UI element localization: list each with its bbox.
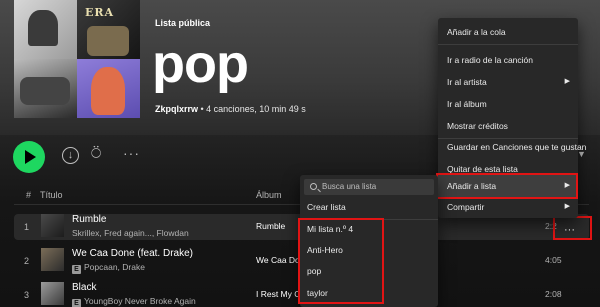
- track-number: 1: [24, 222, 30, 232]
- playlist-search-input[interactable]: Busca una lista: [304, 179, 434, 195]
- track-thumbnail: [41, 214, 64, 237]
- play-button[interactable]: [13, 141, 45, 173]
- menu-item-label: Añadir a la cola: [447, 27, 506, 37]
- highlight-box-add-to-playlist: [436, 173, 578, 199]
- download-icon[interactable]: ↓: [62, 147, 79, 164]
- cover-tile-1: [14, 0, 77, 59]
- playlist-title: pop: [152, 34, 249, 94]
- explicit-badge: E: [72, 299, 81, 307]
- menu-item-save-liked[interactable]: Guardar en Canciones que te gustan: [438, 136, 586, 158]
- track-album[interactable]: I Rest My C: [256, 289, 300, 299]
- menu-item-label: Compartir: [447, 202, 485, 212]
- playlist-type-label: Lista pública: [155, 18, 211, 28]
- playlist-stats: • 4 canciones, 10 min 49 s: [198, 104, 306, 114]
- menu-item-go-to-artist[interactable]: Ir al artista ▶: [438, 71, 578, 93]
- menu-item-song-radio[interactable]: Ir a radio de la canción: [438, 49, 578, 71]
- track-artist-line: E Popcaan, Drake: [72, 262, 145, 274]
- playlist-owner[interactable]: Zkpqlxrrw: [155, 104, 198, 114]
- highlight-box-row-more: [553, 216, 592, 240]
- track-duration: 2:08: [545, 289, 562, 299]
- track-title[interactable]: Rumble: [72, 214, 106, 225]
- add-user-icon[interactable]: ⍥: [91, 144, 101, 164]
- cover-tile-2: ERA: [77, 0, 140, 59]
- chevron-right-icon: ▶: [564, 203, 570, 210]
- menu-item-label: Mostrar créditos: [447, 121, 508, 131]
- menu-item-label: Ir al artista: [447, 77, 487, 87]
- chevron-right-icon: ▶: [564, 78, 570, 85]
- menu-item-label: Ir a radio de la canción: [447, 55, 533, 65]
- menu-item-show-credits[interactable]: Mostrar créditos: [438, 115, 578, 137]
- track-thumbnail: [41, 282, 64, 305]
- menu-item-go-to-album[interactable]: Ir al álbum: [438, 93, 578, 115]
- menu-divider: [438, 44, 578, 45]
- track-artist[interactable]: Popcaan, Drake: [84, 262, 145, 272]
- track-number: 2: [24, 256, 30, 266]
- playlist-meta: Zkpqlxrrw • 4 canciones, 10 min 49 s: [155, 104, 306, 114]
- highlight-box-playlists: [298, 218, 384, 304]
- column-header-number: #: [26, 190, 32, 200]
- more-options-icon[interactable]: ···: [123, 145, 140, 161]
- track-title[interactable]: Black: [72, 282, 96, 293]
- cover-tile-4: [77, 59, 140, 118]
- track-duration: 4:05: [545, 255, 562, 265]
- track-artist[interactable]: Skrillex, Fred again..., Flowdan: [72, 228, 189, 238]
- track-album[interactable]: We Caa Do: [256, 255, 300, 265]
- track-number: 3: [24, 290, 30, 300]
- track-thumbnail: [41, 248, 64, 271]
- menu-item-label: Ir al álbum: [447, 99, 487, 109]
- track-artist[interactable]: YoungBoy Never Broke Again: [84, 296, 196, 306]
- column-header-album[interactable]: Álbum: [256, 190, 282, 200]
- cover-tile-text: ERA: [85, 6, 115, 19]
- create-playlist-item[interactable]: Crear lista: [300, 197, 438, 217]
- menu-item-label: Guardar en Canciones que te gustan: [447, 142, 587, 152]
- track-album[interactable]: Rumble: [256, 221, 285, 231]
- menu-item-share[interactable]: Compartir ▶: [438, 196, 578, 218]
- menu-item-add-to-queue[interactable]: Añadir a la cola: [438, 21, 578, 43]
- search-placeholder: Busca una lista: [322, 182, 377, 191]
- cover-tile-3: [14, 59, 77, 118]
- column-header-title[interactable]: Título: [40, 190, 63, 200]
- search-icon: [310, 183, 317, 190]
- create-playlist-label: Crear lista: [307, 202, 346, 212]
- playlist-cover: ERA: [14, 0, 140, 118]
- track-artist-line: E YoungBoy Never Broke Again: [72, 296, 196, 307]
- track-title[interactable]: We Caa Done (feat. Drake): [72, 248, 193, 259]
- explicit-badge: E: [72, 265, 81, 274]
